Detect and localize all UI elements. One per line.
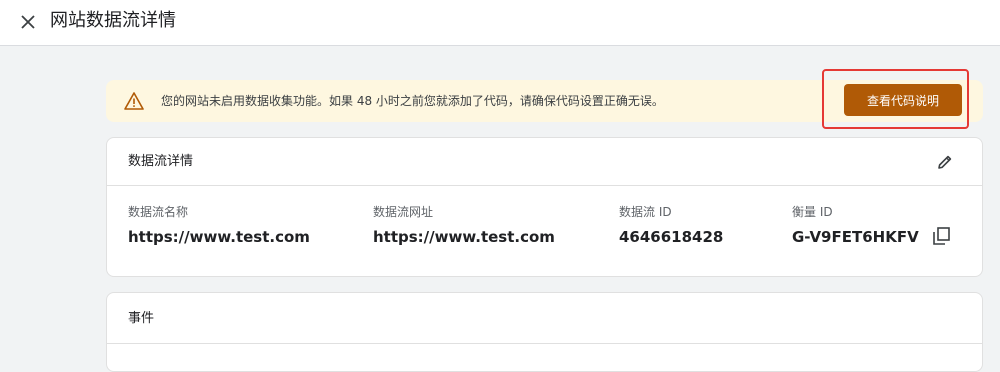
edit-button[interactable] — [934, 151, 956, 173]
view-code-instructions-button[interactable]: 查看代码说明 — [844, 84, 962, 116]
stream-details-card: 数据流详情 数据流名称 https://www.test.com 数据流网址 h… — [106, 137, 983, 277]
close-icon — [21, 15, 35, 29]
stream-id-value: 4646618428 — [619, 228, 724, 246]
stream-url-value: https://www.test.com — [373, 228, 555, 246]
events-header: 事件 — [107, 293, 982, 344]
copy-measurement-id-button[interactable] — [931, 226, 951, 246]
close-button[interactable] — [16, 10, 40, 34]
banner-message: 您的网站未启用数据收集功能。如果 48 小时之前您就添加了代码，请确保代码设置正… — [161, 94, 664, 108]
measurement-id-label: 衡量 ID — [792, 205, 833, 219]
copy-icon — [932, 227, 950, 245]
warning-icon — [124, 92, 144, 110]
stream-name-label: 数据流名称 — [128, 205, 189, 219]
pencil-icon — [938, 155, 952, 169]
stream-id-label: 数据流 ID — [619, 205, 672, 219]
events-card: 事件 — [106, 292, 983, 372]
top-bar: 网站数据流详情 — [0, 0, 1000, 46]
card-header: 数据流详情 — [107, 138, 982, 186]
events-title: 事件 — [128, 311, 155, 326]
card-title: 数据流详情 — [128, 154, 194, 169]
stream-name-value: https://www.test.com — [128, 228, 310, 246]
measurement-id-value: G-V9FET6HKFV — [792, 228, 919, 246]
stream-url-label: 数据流网址 — [373, 205, 434, 219]
page-title: 网站数据流详情 — [50, 10, 176, 31]
